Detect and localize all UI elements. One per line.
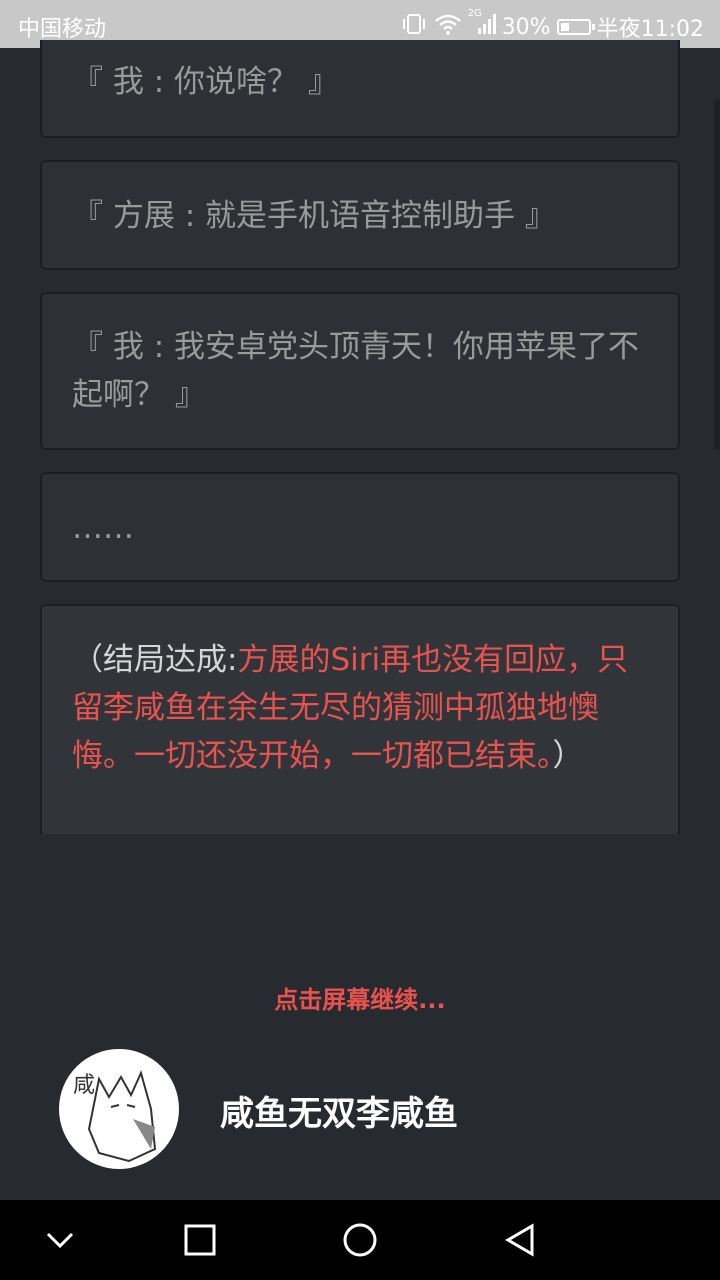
- fish-sketch-icon: [87, 1070, 157, 1163]
- message-card: 『 我 : 我安卓党头顶青天！你用苹果了不起啊？ 』: [40, 292, 680, 450]
- battery-icon: [556, 19, 595, 35]
- signal-icon: 2G: [468, 8, 496, 42]
- ending-card: （结局达成:方展的Siri再也没有回应，只留李咸鱼在余生无尽的猜测中孤独地懊悔。…: [40, 604, 680, 834]
- back-triangle-icon[interactable]: [500, 1220, 540, 1260]
- status-icons: 2G 30% 半夜11:02: [400, 8, 704, 43]
- battery-percent: 30%: [501, 14, 551, 40]
- message-text: ……: [72, 510, 134, 546]
- clock: 半夜11:02: [596, 17, 704, 42]
- network-type-label: 2G: [467, 8, 482, 19]
- message-card: 『 方展 : 就是手机语音控制助手 』: [40, 160, 680, 270]
- message-text: 『 我 : 我安卓党头顶青天！你用苹果了不起啊？ 』: [72, 329, 640, 413]
- continue-prompt[interactable]: 点击屏幕继续...: [0, 980, 720, 1015]
- scrollbar[interactable]: [714, 100, 720, 450]
- message-text: 『 方展 : 就是手机语音控制助手 』: [72, 198, 556, 234]
- nav-bar: [0, 1200, 720, 1280]
- message-card: ……: [40, 472, 680, 582]
- vibrate-icon: [400, 12, 428, 42]
- ending-suffix: ）: [552, 738, 584, 774]
- chevron-down-icon[interactable]: [40, 1220, 80, 1260]
- message-card: 『 我 : 你说啥？ 』: [40, 40, 680, 138]
- ending-prefix: （结局达成:: [72, 642, 238, 678]
- avatar[interactable]: 咸: [59, 1049, 179, 1169]
- home-circle-icon[interactable]: [340, 1220, 380, 1260]
- wifi-icon: [434, 12, 462, 42]
- message-text: 『 我 : 你说啥？ 』: [72, 64, 339, 100]
- carrier-label: 中国移动: [18, 17, 107, 42]
- author-name: 咸鱼无双李咸鱼: [220, 1094, 458, 1134]
- recents-square-icon[interactable]: [180, 1220, 220, 1260]
